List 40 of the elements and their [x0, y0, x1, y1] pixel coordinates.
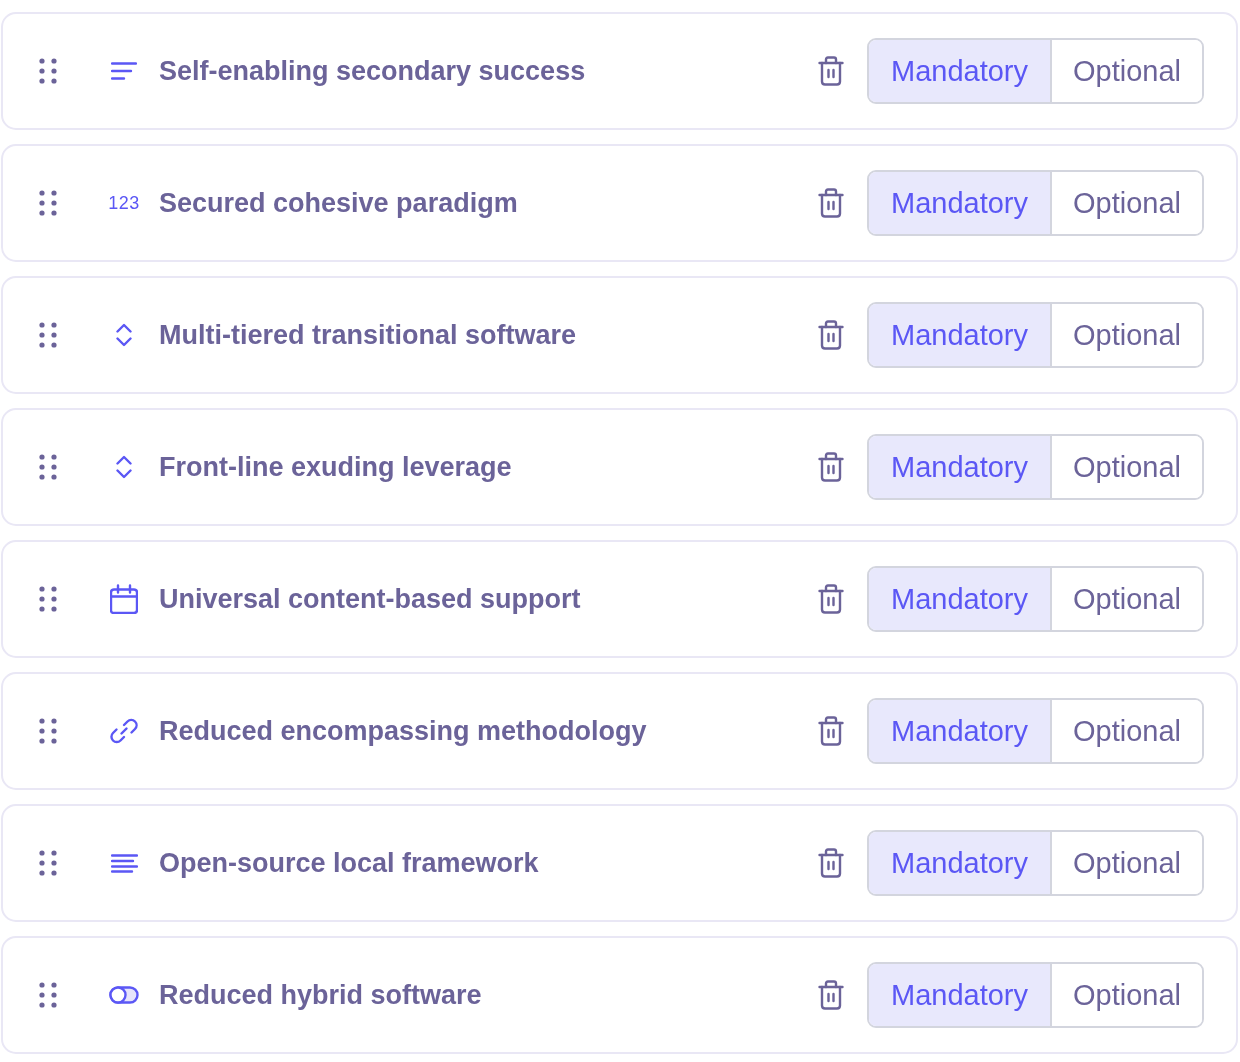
- trash-icon[interactable]: [818, 320, 844, 350]
- drag-handle-icon[interactable]: [39, 190, 57, 216]
- requirement-option[interactable]: Mandatory: [869, 172, 1052, 234]
- field-title: Open-source local framework: [159, 847, 540, 879]
- field-title: Reduced hybrid software: [159, 979, 483, 1011]
- number-type-label: 123: [108, 192, 140, 214]
- requirement-option[interactable]: Mandatory: [869, 436, 1052, 498]
- trash-icon[interactable]: [818, 848, 844, 878]
- drag-handle-icon[interactable]: [39, 454, 57, 480]
- trash-icon[interactable]: [818, 452, 844, 482]
- drag-handle-icon[interactable]: [39, 850, 57, 876]
- requirement-option[interactable]: Mandatory: [869, 964, 1052, 1026]
- long-text-icon: [110, 853, 138, 873]
- trash-icon[interactable]: [818, 584, 844, 614]
- drag-handle-icon[interactable]: [39, 586, 57, 612]
- field-title: Front-line exuding leverage: [159, 451, 513, 483]
- short-text-icon: [111, 62, 137, 80]
- drag-handle-icon[interactable]: [39, 58, 57, 84]
- calendar-icon: [110, 584, 138, 614]
- link-icon: [109, 716, 139, 746]
- chevron-up-down-icon: [116, 323, 132, 347]
- drag-handle-icon[interactable]: [39, 718, 57, 744]
- field-title: Multi-tiered transitional software: [159, 319, 578, 351]
- field-title: Universal content-based support: [159, 583, 582, 615]
- trash-icon[interactable]: [818, 716, 844, 746]
- requirement-option[interactable]: Mandatory: [869, 40, 1052, 102]
- field-title: Secured cohesive paradigm: [159, 187, 519, 219]
- trash-icon[interactable]: [818, 980, 844, 1010]
- requirement-option[interactable]: Mandatory: [869, 700, 1052, 762]
- chevron-up-down-icon: [116, 455, 132, 479]
- trash-icon[interactable]: [818, 56, 844, 86]
- drag-handle-icon[interactable]: [39, 322, 57, 348]
- field-title: Self-enabling secondary success: [159, 55, 587, 87]
- drag-handle-icon[interactable]: [39, 982, 57, 1008]
- requirement-option[interactable]: Mandatory: [869, 568, 1052, 630]
- requirement-option[interactable]: Mandatory: [869, 832, 1052, 894]
- trash-icon[interactable]: [818, 188, 844, 218]
- field-title: Reduced encompassing methodology: [159, 715, 648, 747]
- requirement-option[interactable]: Mandatory: [869, 304, 1052, 366]
- toggle-icon: [109, 986, 139, 1004]
